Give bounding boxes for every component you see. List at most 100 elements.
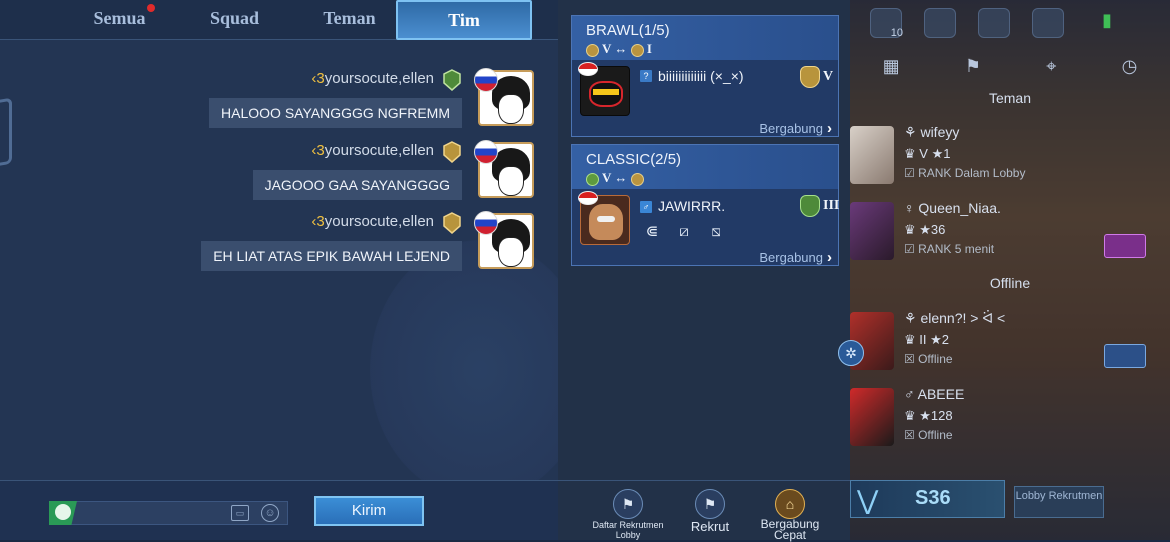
quick-join-label: Bergabung Cepat (760, 517, 820, 542)
message-bubble: HALOOO SAYANGGGG NGFREMM (209, 98, 462, 128)
lobby-rank-range: V ↔ (586, 170, 644, 186)
sender-prefix: ‹3 (311, 70, 325, 87)
friend-row[interactable]: ⚘ wifeyy ♛ V ★1 ☑ RANK Dalam Lobby (850, 124, 1170, 194)
male-icon: ♂ (640, 201, 652, 213)
tab-label: Teman (323, 8, 376, 28)
lobby-rank-range: V ↔ I (586, 41, 652, 57)
quick-join-icon: ⌂ (775, 489, 805, 519)
lobby-recruit-button[interactable]: Lobby Rekrutmen (1014, 486, 1104, 518)
rank-icon (586, 43, 599, 57)
player-name: biiiiiiiiiiiii (×_×) (658, 68, 744, 84)
player-name: JAWIRRR. (658, 198, 726, 214)
lobby-card-header: BRAWL(1/5) V ↔ I (572, 16, 838, 60)
chat-message: ‹3yoursocute,ellen HALOOO SAYANGGGG NGFR… (154, 68, 534, 130)
recruit-add-icon: ⚑ (695, 489, 725, 519)
location-tab-icon[interactable]: ⌖ (1046, 56, 1056, 82)
rank-badge-icon (800, 66, 820, 88)
lobby-card-body: ? biiiiiiiiiiiii (×_×) V Bergabung › (572, 60, 838, 137)
quick-join-button[interactable]: ⌂ Bergabung Cepat (754, 489, 826, 541)
tab-squad[interactable]: Squad (177, 0, 292, 38)
tab-tim[interactable]: Tim (396, 0, 532, 40)
lobby-footer: ⚑ Daftar Rekrutmen Lobby ⚑ Rekrut ⌂ Berg… (558, 480, 850, 541)
lobby-card[interactable]: CLASSIC(2/5) V ↔ ♂ JAWIRRR. III ⋐ ⧄ ⧅ Be… (571, 144, 839, 266)
hourglass-button[interactable] (1104, 234, 1146, 258)
russia-flag-icon (474, 211, 498, 235)
rank-icon (586, 172, 599, 186)
lobby-card-body: ♂ JAWIRRR. III ⋐ ⧄ ⧅ Bergabung › (572, 189, 839, 266)
emoji-icon[interactable]: ☺ (261, 504, 279, 522)
tab-teman[interactable]: Teman (292, 0, 407, 38)
message-bubble: JAGOOO GAA SAYANGGGG (252, 170, 462, 200)
lobby-title: CLASSIC(2/5) (586, 151, 682, 168)
chevron-right-icon: › (827, 120, 832, 137)
season-label: S36 (915, 487, 951, 509)
rank-icon (630, 43, 644, 57)
tab-semua[interactable]: Semua (62, 0, 177, 38)
season-badge[interactable]: ⋁ S36 (850, 480, 1005, 518)
grid-tab-icon[interactable]: ▦ (883, 56, 900, 82)
chat-panel: Semua Squad Teman Tim ‹3yoursocute,ellen… (0, 0, 558, 540)
role-icon: ⧅ (711, 223, 721, 240)
join-button[interactable]: Bergabung › (759, 249, 832, 266)
indonesia-flag-icon (578, 191, 598, 205)
watermark-logo (370, 240, 558, 500)
chat-input-bar: ▭ ☺ (0, 480, 558, 540)
indonesia-flag-icon (578, 62, 598, 76)
signal-icon: ▮ (1102, 10, 1112, 30)
friend-list-icon[interactable]: 10 (870, 8, 903, 39)
join-button[interactable]: Bergabung › (759, 120, 832, 137)
sender-text: yoursocute,ellen (324, 142, 434, 159)
avatar (850, 126, 894, 184)
lobby-card-header: CLASSIC(2/5) V ↔ (572, 145, 838, 189)
avatar (850, 202, 894, 260)
emblem-icon: ⋐ (645, 223, 659, 240)
settings-icon[interactable] (1032, 8, 1064, 38)
collapse-icon[interactable]: ✲ (838, 340, 864, 366)
friend-name: ♂ ABEEE (904, 386, 965, 402)
section-offline: Offline (989, 275, 1031, 291)
recruit-label: Rekrut (690, 519, 730, 534)
invite-button[interactable] (1104, 344, 1146, 368)
russia-flag-icon (474, 140, 498, 164)
rank-badge-icon (443, 69, 461, 91)
notification-dot (147, 4, 155, 12)
friends-tabbar: ▦ ⚑ ⌖ ◷ (850, 56, 1170, 82)
friend-name: ⚘ wifeyy (904, 124, 960, 140)
lobby-background: 10 ▮ ▦ ⚑ ⌖ ◷ Teman ⚘ wifeyy ♛ V ★1 ☑ RAN… (850, 0, 1170, 540)
sender-prefix: ‹3 (311, 213, 325, 230)
sender-text: yoursocute,ellen (324, 70, 434, 87)
avatar (850, 388, 894, 446)
player-rank: V (823, 69, 834, 84)
friend-name: ♀ Queen_Niaa. (904, 200, 1001, 216)
russia-flag-icon (474, 68, 498, 92)
send-button[interactable]: Kirim (314, 496, 424, 526)
tab-label: Tim (448, 10, 480, 30)
event-icon[interactable] (978, 8, 1010, 38)
chat-tabbar: Semua Squad Teman Tim (0, 0, 558, 40)
keyboard-icon[interactable]: ▭ (231, 505, 249, 521)
side-hex-icon (0, 97, 12, 169)
friend-row[interactable]: ♂ ABEEE ♛ ★128 ☒ Offline (850, 386, 1170, 456)
sender-name[interactable]: ‹3yoursocute,ellen (311, 70, 434, 87)
recruit-list-button[interactable]: ⚑ Daftar Rekrutmen Lobby (592, 489, 664, 540)
friend-rank: ♛ II ★2 (904, 332, 950, 347)
mail-icon[interactable] (924, 8, 956, 38)
lobby-card[interactable]: BRAWL(1/5) V ↔ I ? biiiiiiiiiiiii (×_×) … (571, 15, 839, 137)
friend-status: ☑ RANK Dalam Lobby (904, 166, 1026, 180)
friend-status: ☒ Offline (904, 352, 953, 366)
lobby-panel: BRAWL(1/5) V ↔ I ? biiiiiiiiiiiii (×_×) … (558, 0, 850, 541)
rank-badge-icon (443, 141, 461, 163)
sender-name[interactable]: ‹3yoursocute,ellen (311, 213, 434, 230)
message-bubble: EH LIAT ATAS EPIK BAWAH LEJEND (201, 241, 462, 271)
recruit-button[interactable]: ⚑ Rekrut (684, 489, 736, 534)
friend-name: ⚘ elenn?! > ᐛ < (904, 310, 1006, 326)
history-tab-icon[interactable]: ◷ (1122, 56, 1138, 82)
sender-text: yoursocute,ellen (324, 213, 434, 230)
sender-name[interactable]: ‹3yoursocute,ellen (311, 142, 434, 159)
friend-status: ☑ RANK 5 menit (904, 242, 995, 256)
flag-tab-icon[interactable]: ⚑ (965, 56, 981, 82)
chat-input[interactable]: ▭ ☺ (49, 501, 288, 525)
tab-label: Semua (93, 8, 146, 28)
recruit-list-label: Daftar Rekrutmen Lobby (592, 520, 664, 540)
chat-channel-icon[interactable] (49, 501, 77, 525)
